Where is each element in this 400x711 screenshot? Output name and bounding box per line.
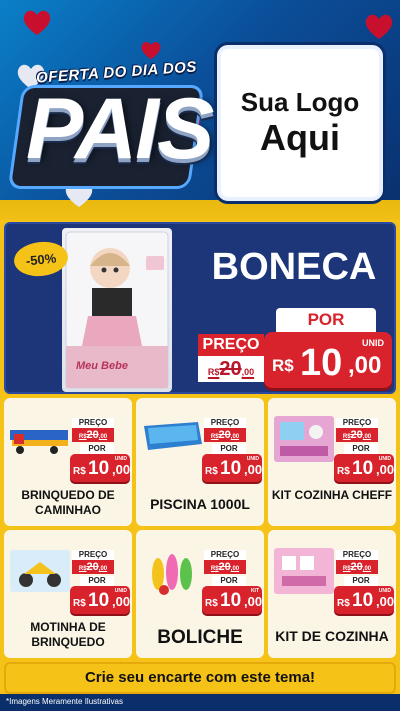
por-label: POR: [80, 576, 114, 586]
product-name: KIT DE COZINHA: [275, 628, 389, 644]
new-price: R$ 10,00 UNID: [334, 586, 394, 614]
new-price: R$ 10,00 UNID: [70, 586, 130, 614]
new-price: R$ 10,00 UNID: [334, 454, 394, 482]
old-price: R$20,00: [336, 560, 378, 574]
truck-toy-image: [8, 412, 74, 464]
hero-new-currency: R$: [272, 356, 294, 375]
logo-line-1: Sua Logo: [240, 87, 360, 117]
preco-label: PREÇO: [72, 550, 114, 560]
hero-new-decimal: ,00: [348, 352, 382, 379]
product-name: MOTINHA DE BRINQUEDO: [30, 620, 106, 649]
preco-label: PREÇO: [204, 418, 246, 428]
product-card: PREÇO R$20,00 POR R$ 10,00 UNID BRINQUEDO …: [4, 398, 132, 526]
preco-label: PREÇO: [72, 418, 114, 428]
product-card: PREÇO R$20,00 POR R$ 10,00 UNID KIT COZINH…: [268, 398, 396, 526]
por-label: POR: [344, 576, 378, 586]
create-flyer-cta[interactable]: Crie seu encarte com este tema!: [4, 662, 396, 694]
pool-image: [140, 412, 206, 464]
old-price: R$20,00: [204, 560, 246, 574]
brand-title: PAIS: [26, 81, 214, 177]
product-name: KIT COZINHA CHEFF: [271, 488, 393, 502]
preco-label: PREÇO: [204, 550, 246, 560]
flyer-page: OFERTA DO DIA DOS PAIS Sua Logo Aqui Meu…: [0, 0, 400, 711]
header-banner: OFERTA DO DIA DOS PAIS Sua Logo Aqui: [0, 0, 400, 220]
hero-product-title: BONECA: [211, 246, 377, 288]
hero-new-integer: 10: [300, 342, 343, 384]
old-price: R$20,00: [72, 428, 114, 442]
product-name: PISCINA 1000L: [150, 496, 250, 512]
product-card: PREÇO R$20,00 POR R$ 10,00 KIT BOLICHE: [136, 530, 264, 658]
hero-new-price: R$ 10 ,00 UNID: [264, 332, 392, 388]
por-label: POR: [212, 576, 246, 586]
hero-preco-label: PREÇO: [198, 334, 264, 356]
product-name: BRINQUEDO DE CAMINHAO: [21, 488, 115, 517]
logo-line-2: Aqui: [260, 116, 340, 158]
kitchen-kit-image: [272, 412, 338, 464]
old-price: R$20,00: [336, 428, 378, 442]
kitchen-set-image: [272, 544, 338, 596]
old-price: R$20,00: [204, 428, 246, 442]
por-label: POR: [80, 444, 114, 454]
product-card: PREÇO R$20,00 POR R$ 10,00 UNID MOTINHA DE…: [4, 530, 132, 658]
old-price: R$20,00: [72, 560, 114, 574]
product-name: BOLICHE: [157, 627, 243, 648]
disclaimer-text: *Imagens Meramente Ilustrativas: [6, 697, 123, 706]
heart-icon: [23, 10, 51, 35]
hero-old-price: R$20,00: [198, 356, 264, 382]
new-price: R$ 10,00 UNID: [202, 454, 262, 482]
preco-label: PREÇO: [336, 418, 378, 428]
heart-icon: [365, 14, 393, 39]
por-label: POR: [212, 444, 246, 454]
toy-motorcycle-image: [8, 544, 74, 596]
doll-box-image: Meu Bebe: [62, 228, 172, 392]
preco-label: PREÇO: [336, 550, 378, 560]
heart-icon: [141, 41, 161, 60]
hero-por-label: POR: [276, 308, 376, 332]
doll-box-label: Meu Bebe: [76, 360, 128, 372]
new-price: R$ 10,00 UNID: [70, 454, 130, 482]
product-card: PREÇO R$20,00 POR R$ 10,00 UNID KIT DE COZ…: [268, 530, 396, 658]
hero-unit: UNID: [362, 338, 384, 348]
new-price: R$ 10,00 KIT: [202, 586, 262, 614]
logo-placeholder: Sua Logo Aqui: [214, 42, 386, 204]
por-label: POR: [344, 444, 378, 454]
bowling-set-image: [140, 544, 206, 596]
product-card: PREÇO R$20,00 POR R$ 10,00 UNID PISCINA 10…: [136, 398, 264, 526]
